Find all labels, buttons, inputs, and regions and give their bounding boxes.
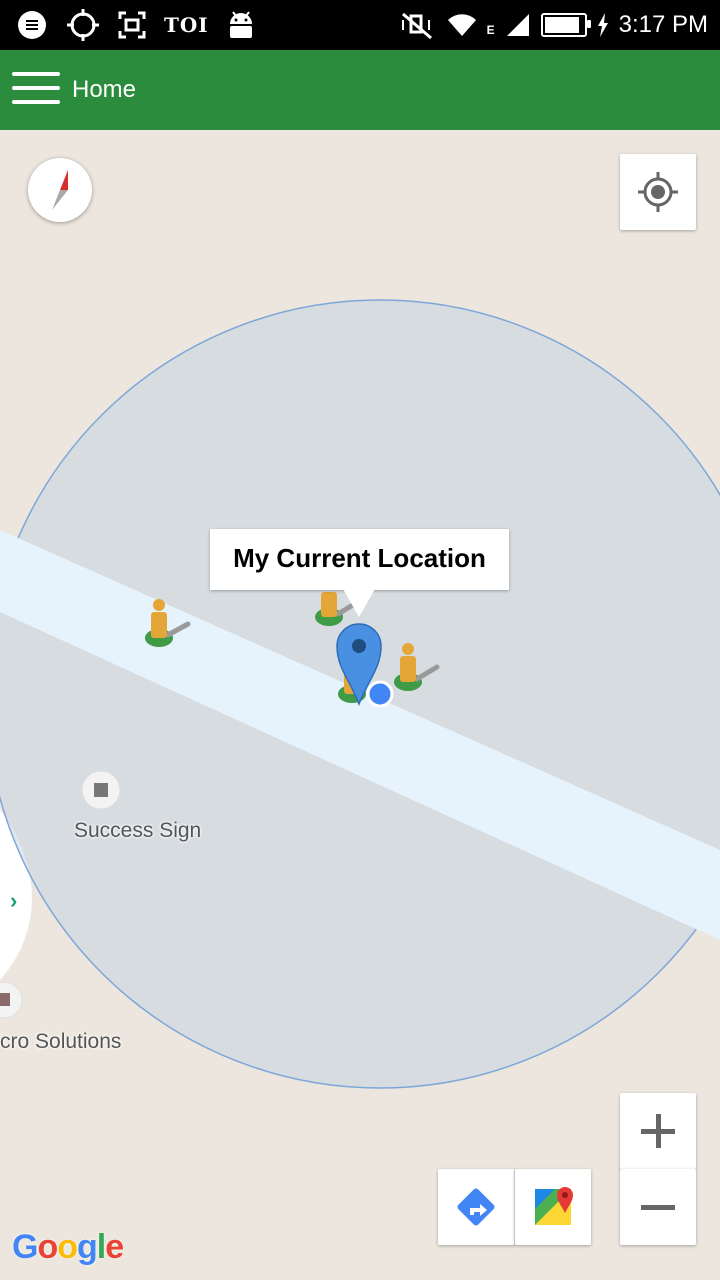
network-type-label: E — [486, 23, 495, 37]
poi-icon-success-sign — [81, 770, 121, 810]
map-view[interactable]: › — [0, 130, 720, 1280]
my-location-button[interactable] — [620, 154, 696, 230]
page-title: Home — [72, 76, 137, 103]
status-bar: TOI E 3:17 PM — [0, 0, 720, 50]
hamburger-menu-icon[interactable] — [12, 72, 60, 108]
google-maps-icon — [535, 1187, 573, 1225]
charging-icon — [597, 13, 608, 37]
info-window-title: My Current Location — [233, 543, 486, 573]
screenshot-icon — [118, 11, 146, 39]
map-canvas — [0, 299, 720, 1150]
mute-vibrate-icon — [401, 12, 432, 40]
crosshair-icon — [67, 9, 99, 41]
google-logo: Google — [12, 1228, 124, 1266]
my-location-icon — [638, 172, 678, 212]
open-in-google-maps-button[interactable] — [515, 1169, 591, 1245]
android-icon — [229, 11, 252, 38]
carrier-label: TOI — [164, 13, 209, 37]
directions-button[interactable] — [438, 1169, 515, 1245]
plus-icon — [641, 1114, 675, 1148]
status-time: 3:17 PM — [618, 11, 708, 38]
chat-bubble-icon — [18, 11, 46, 39]
zoom-in-button[interactable] — [620, 1093, 696, 1170]
compass-icon[interactable] — [28, 158, 92, 222]
chevron-right-icon: › — [10, 888, 18, 913]
directions-icon — [457, 1188, 495, 1226]
app-bar: Home — [0, 50, 720, 130]
current-location-dot — [366, 680, 394, 708]
battery-icon — [540, 13, 591, 37]
poi-label-solutions: cro Solutions — [0, 1030, 122, 1053]
poi-label-success-sign: Success Sign — [74, 819, 202, 842]
wifi-icon — [447, 14, 476, 36]
signal-icon — [506, 14, 529, 36]
poi-icon-solutions — [0, 981, 23, 1019]
minus-icon — [641, 1205, 675, 1210]
info-window-tail — [343, 589, 375, 617]
info-window[interactable]: My Current Location — [210, 529, 509, 590]
zoom-out-button[interactable] — [620, 1169, 696, 1245]
